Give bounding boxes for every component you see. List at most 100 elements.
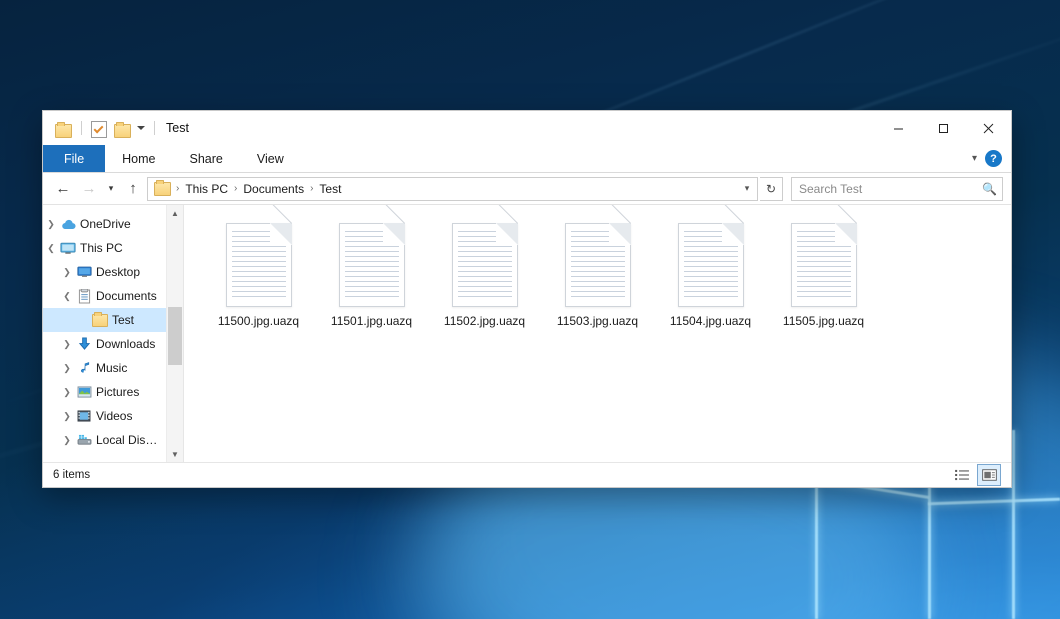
harddisk-icon (75, 434, 93, 446)
generic-document-icon (565, 223, 631, 307)
folder-icon[interactable] (55, 120, 72, 137)
large-icons-view-button[interactable] (977, 464, 1001, 486)
new-folder-icon[interactable] (114, 120, 131, 137)
breadcrumb-item-test[interactable]: Test (315, 181, 345, 197)
generic-document-icon (339, 223, 405, 307)
file-name: 11505.jpg.uazq (783, 314, 864, 328)
sidebar-item-videos[interactable]: ❯ Videos (43, 404, 166, 428)
search-icon[interactable]: 🔍 (982, 182, 997, 196)
quick-access-toolbar: Test (43, 120, 189, 137)
navigation-pane: ❯ OneDrive ❮ This PC ❯ (43, 205, 184, 462)
window-title: Test (166, 121, 189, 135)
sidebar-item-local-disk-c[interactable]: ❯ Local Disk (C:) (43, 428, 166, 452)
chevron-right-icon[interactable]: ❯ (59, 411, 75, 422)
help-icon[interactable]: ? (985, 150, 1002, 167)
file-explorer-window: Test File Home Share View ▾ ? ← → ▾ ↑ (42, 110, 1012, 488)
documents-icon (75, 289, 93, 304)
tab-file[interactable]: File (43, 145, 105, 172)
sidebar-item-desktop[interactable]: ❯ Desktop (43, 260, 166, 284)
folder-icon (154, 182, 171, 196)
sidebar-item-label: This PC (77, 241, 123, 255)
logo-edge (1012, 430, 1015, 619)
chevron-down-icon[interactable]: ❮ (59, 291, 75, 302)
forward-button[interactable]: → (77, 177, 101, 201)
sidebar-item-pictures[interactable]: ❯ Pictures (43, 380, 166, 404)
close-button[interactable] (966, 111, 1011, 145)
generic-document-icon (226, 223, 292, 307)
scroll-up-icon[interactable]: ▲ (167, 205, 183, 221)
item-count-label: 6 items (53, 469, 90, 481)
sidebar-item-music[interactable]: ❯ Music (43, 356, 166, 380)
scrollbar-thumb[interactable] (168, 307, 182, 366)
refresh-icon[interactable]: ↻ (760, 177, 783, 201)
chevron-right-icon[interactable]: ❯ (59, 339, 75, 350)
sidebar-item-this-pc[interactable]: ❮ This PC (43, 236, 166, 260)
properties-icon[interactable] (91, 120, 108, 137)
sidebar-item-label: Local Disk (C:) (93, 433, 162, 447)
chevron-right-icon[interactable]: ❯ (59, 435, 75, 446)
sidebar-item-downloads[interactable]: ❯ Downloads (43, 332, 166, 356)
folder-tree: ❯ OneDrive ❮ This PC ❯ (43, 205, 166, 462)
file-item[interactable]: 11505.jpg.uazq (767, 219, 880, 332)
up-button[interactable]: ↑ (121, 177, 145, 201)
sidebar-item-label: Documents (93, 289, 157, 303)
scrollbar-track[interactable] (167, 221, 183, 446)
chevron-down-icon[interactable]: ▾ (739, 179, 755, 199)
details-view-button[interactable] (951, 465, 973, 485)
file-list-view[interactable]: 11500.jpg.uazq 11501.jpg.uazq 11502.jpg.… (184, 205, 1011, 462)
chevron-right-icon[interactable]: ❯ (59, 363, 75, 374)
ribbon-tab-bar: File Home Share View ▾ ? (43, 145, 1011, 173)
cloud-icon (59, 219, 77, 230)
ribbon-right-controls: ▾ ? (972, 145, 1011, 172)
maximize-button[interactable] (921, 111, 966, 145)
breadcrumb-bar[interactable]: › This PC › Documents › Test ▾ (147, 177, 758, 201)
scroll-down-icon[interactable]: ▼ (167, 446, 183, 462)
sidebar-item-documents[interactable]: ❮ Documents (43, 284, 166, 308)
tab-home[interactable]: Home (105, 145, 172, 172)
breadcrumb-item-this-pc[interactable]: This PC (181, 181, 232, 197)
breadcrumb-separator: › (175, 183, 180, 194)
minimize-button[interactable] (876, 111, 921, 145)
search-input[interactable] (797, 181, 982, 197)
sidebar-item-label: Music (93, 361, 127, 375)
breadcrumb-separator: › (233, 183, 238, 194)
chevron-right-icon[interactable]: ❯ (59, 267, 75, 278)
breadcrumb-item-documents[interactable]: Documents (239, 181, 308, 197)
generic-document-icon (791, 223, 857, 307)
file-item[interactable]: 11503.jpg.uazq (541, 219, 654, 332)
logo-edge (815, 487, 818, 619)
title-bar: Test (43, 111, 1011, 145)
tab-share[interactable]: Share (173, 145, 240, 172)
window-controls (876, 111, 1011, 145)
sidebar-item-label: Videos (93, 409, 132, 423)
sidebar-item-label: OneDrive (77, 217, 131, 231)
file-item[interactable]: 11502.jpg.uazq (428, 219, 541, 332)
breadcrumb: › This PC › Documents › Test (175, 181, 739, 197)
view-buttons (951, 464, 1001, 486)
chevron-down-icon[interactable]: ▾ (972, 153, 977, 164)
file-item[interactable]: 11500.jpg.uazq (202, 219, 315, 332)
sidebar-scrollbar[interactable]: ▲ ▼ (166, 205, 183, 462)
tab-view[interactable]: View (240, 145, 301, 172)
file-item[interactable]: 11501.jpg.uazq (315, 219, 428, 332)
chevron-down-icon[interactable]: ❮ (43, 243, 59, 254)
chevron-right-icon[interactable]: ❯ (59, 387, 75, 398)
toolbar-divider (154, 121, 155, 135)
toolbar-divider (81, 121, 82, 135)
music-icon (75, 361, 93, 375)
back-button[interactable]: ← (51, 177, 75, 201)
folder-icon (91, 314, 109, 327)
recent-locations-button[interactable]: ▾ (103, 177, 119, 201)
chevron-right-icon[interactable]: ❯ (43, 219, 59, 230)
sidebar-item-label: Pictures (93, 385, 139, 399)
sidebar-item-test[interactable]: Test (43, 308, 166, 332)
file-name: 11503.jpg.uazq (557, 314, 638, 328)
sidebar-item-onedrive[interactable]: ❯ OneDrive (43, 212, 166, 236)
chevron-down-icon[interactable] (137, 126, 145, 130)
status-bar: 6 items (43, 462, 1011, 487)
file-name: 11500.jpg.uazq (218, 314, 299, 328)
logo-edge (928, 470, 931, 619)
file-item[interactable]: 11504.jpg.uazq (654, 219, 767, 332)
sidebar-item-label: Desktop (93, 265, 140, 279)
search-box[interactable]: 🔍 (791, 177, 1003, 201)
